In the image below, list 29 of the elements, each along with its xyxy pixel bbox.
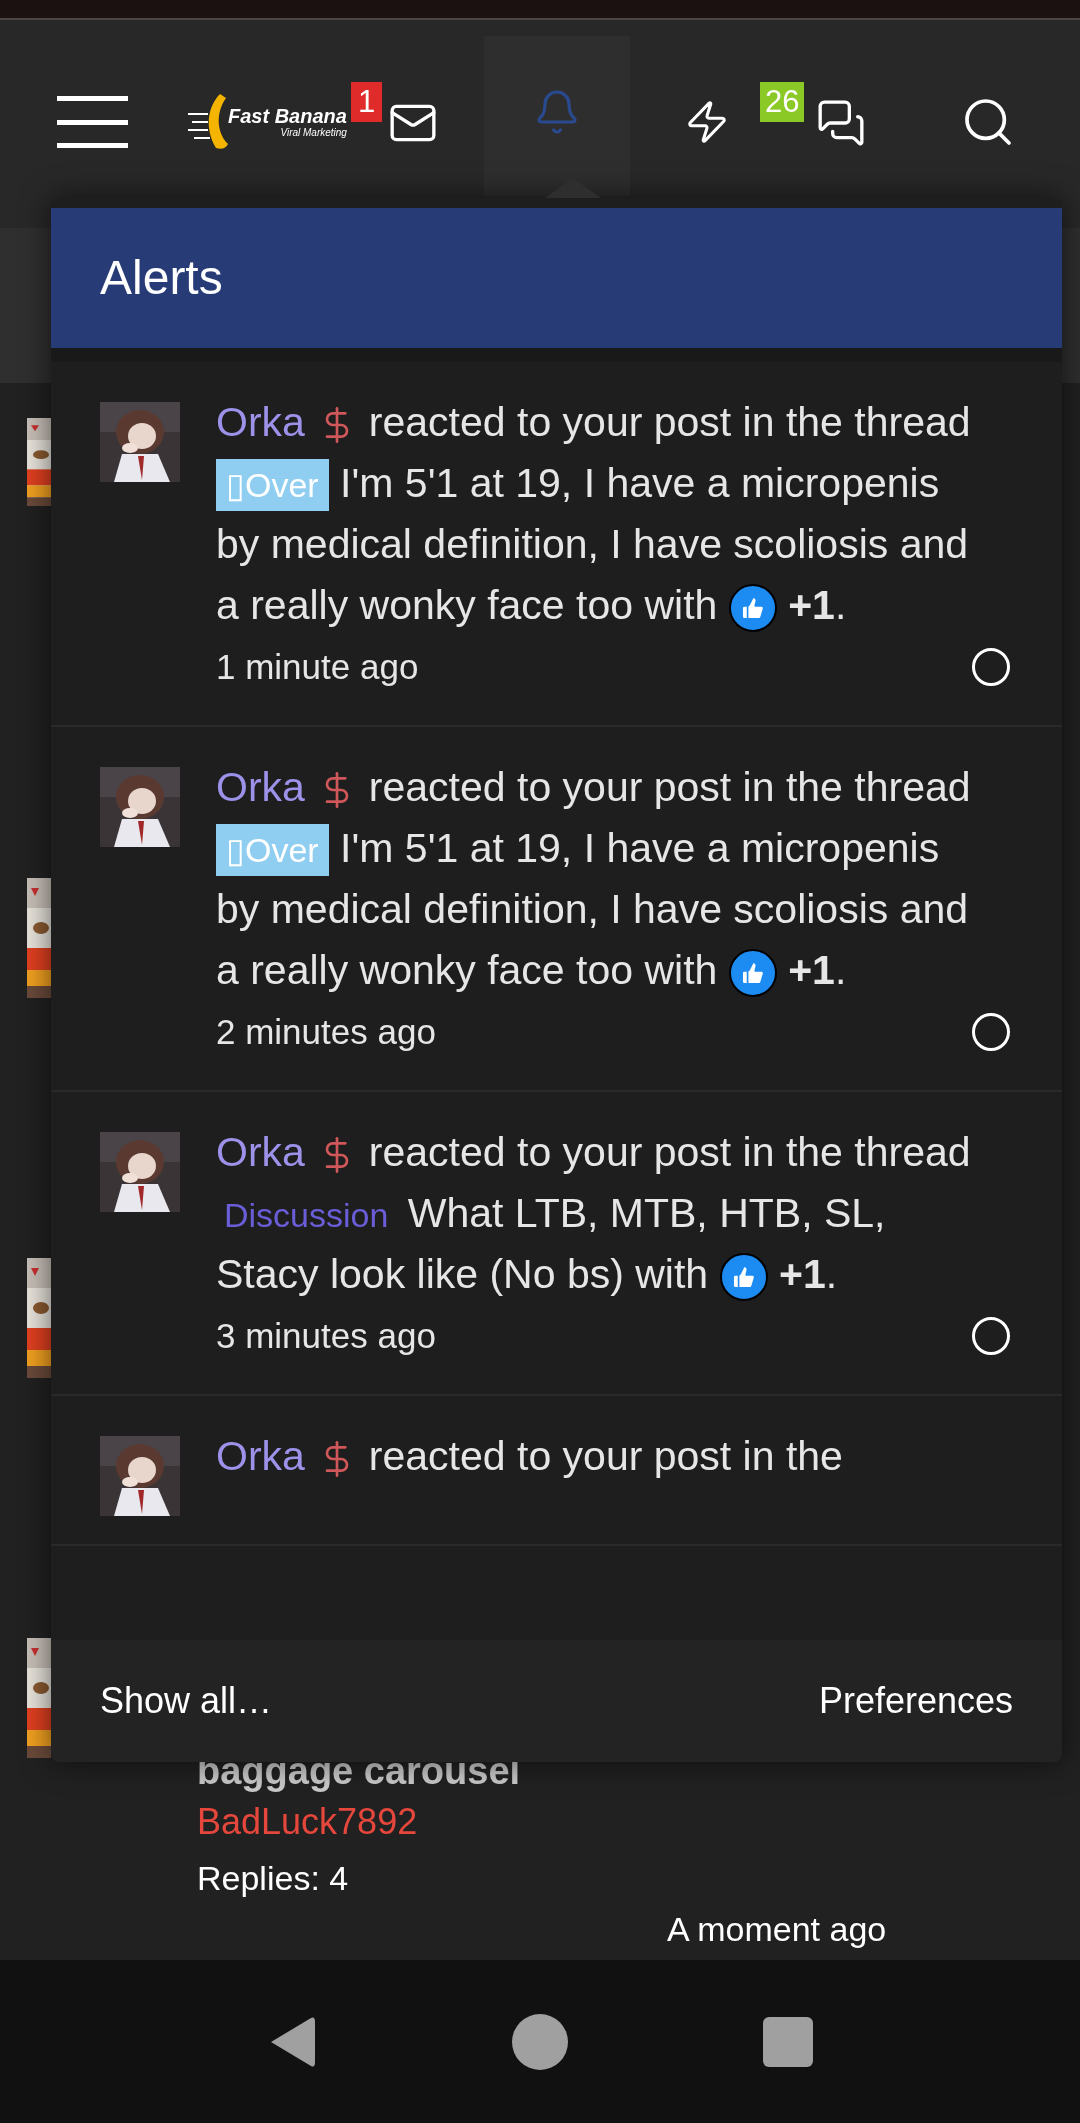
mark-read-toggle[interactable] [972,1316,1010,1355]
menu-icon[interactable] [57,96,128,148]
prefix-label: ▯Over [216,824,329,876]
logo-name: Fast Banana [228,105,347,127]
alert-time: 1 minute ago [216,646,419,688]
thread-author[interactable]: BadLuck7892 [197,1794,887,1850]
user-link[interactable]: Orka [216,399,305,445]
logo-tagline: Viral Marketing [280,127,347,139]
prefix-label: ▯Over [216,459,329,511]
user-link[interactable]: Orka [216,764,305,810]
prefix-label: Discussion [223,1195,390,1236]
alert-time: 2 minutes ago [216,1011,436,1053]
alerts-title: Alerts [100,250,223,306]
mark-read-toggle[interactable] [972,1012,1010,1051]
user-link[interactable]: Orka [216,1129,305,1175]
reply-count: Replies: 4 [197,1858,350,1899]
recents-icon[interactable] [763,2016,813,2067]
alert-time: 3 minutes ago [216,1315,436,1357]
unread-count: 1 [350,82,383,122]
unread-count: 26 [759,82,805,122]
mark-read-toggle[interactable] [972,647,1010,686]
alert-text: Orka reacted to your post in the [216,1432,844,1482]
show-all-link[interactable]: Show all… [100,1674,273,1728]
preferences-link[interactable]: Preferences [818,1674,1013,1728]
alert-text: Orka reacted to your post in the thread Discussion What LTB, MTB, HTB, SL, Stacy look like (No bs) with +1. [216,1122,1010,1305]
user-link[interactable]: Orka [216,1433,305,1479]
alert-text: Orka reacted to your post in the thread ▯Over I'm 5'1 at 19, I have a micropenis by medical definition, I have scoliosis and a really wonky face too with +1. [216,757,1010,1001]
alert-text: Orka reacted to your post in the thread ▯Over I'm 5'1 at 19, I have a micropenis by medical definition, I have scoliosis and a really wonky face too with +1. [216,392,1010,636]
thread-time: A moment ago [667,1909,887,1950]
